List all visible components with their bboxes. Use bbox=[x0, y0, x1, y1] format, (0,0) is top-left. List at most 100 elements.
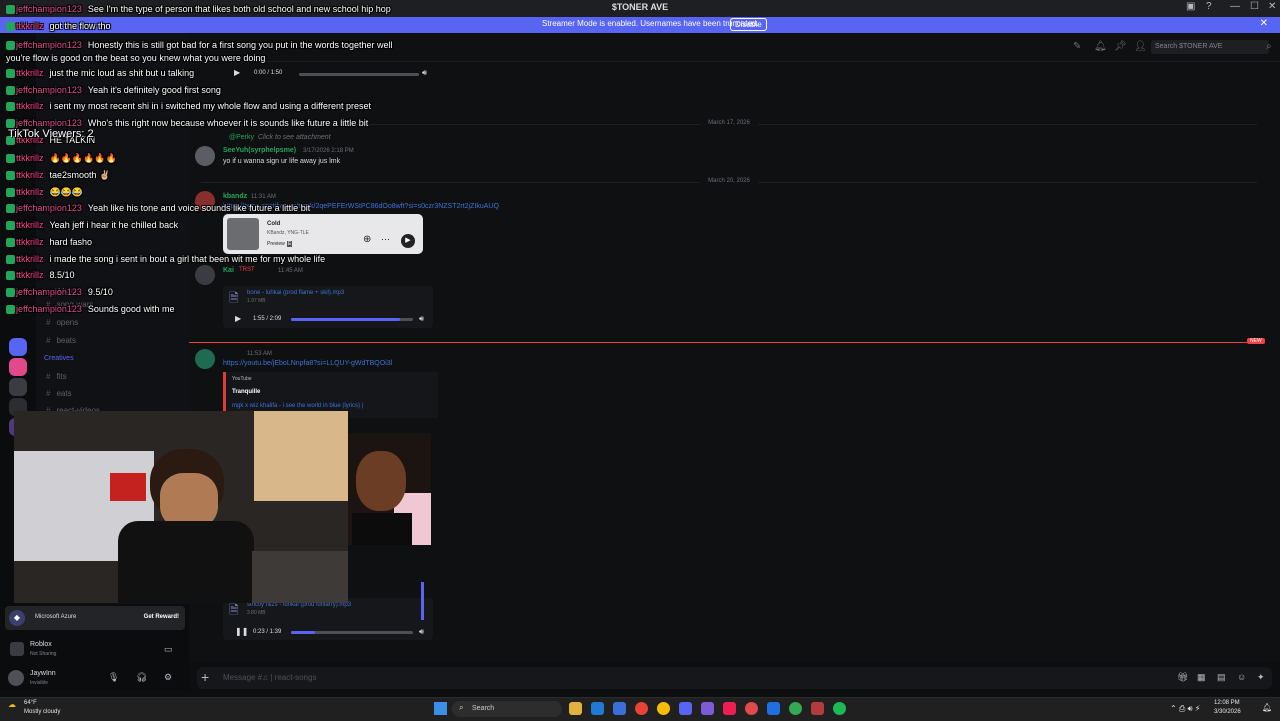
gif-icon[interactable]: ▦ bbox=[1197, 672, 1206, 683]
message-author[interactable]: Kai bbox=[223, 267, 234, 274]
channel-item[interactable]: # eats bbox=[46, 389, 72, 398]
category-creatives[interactable]: Creatives bbox=[44, 355, 74, 362]
folder-icon[interactable] bbox=[569, 702, 582, 715]
notifications-icon[interactable]: 🔔︎ bbox=[1262, 703, 1272, 712]
avatar[interactable] bbox=[8, 670, 24, 686]
message-timestamp: 3/17/2026 2:18 PM bbox=[303, 148, 354, 154]
play-icon[interactable]: ▶ bbox=[235, 314, 241, 323]
gift-icon[interactable]: 🎁︎ bbox=[1177, 672, 1188, 683]
embed-author[interactable]: Tranquille bbox=[232, 389, 260, 395]
settings-gear-icon[interactable]: ⚙ bbox=[164, 672, 172, 683]
activity-status: Not Sharing bbox=[30, 651, 57, 657]
message-text: yo if u wanna sign ur life away jus lmk bbox=[223, 158, 341, 165]
taskbar-search[interactable]: Search bbox=[452, 701, 562, 717]
inbox-icon[interactable]: ▣ bbox=[1186, 1, 1195, 12]
explicit-badge: E bbox=[287, 241, 293, 247]
channel-item[interactable]: # beats bbox=[46, 336, 76, 345]
chat-username: ttkkrillz bbox=[16, 187, 44, 197]
close-window-button[interactable]: ✕ bbox=[1268, 1, 1276, 12]
tiktok-icon[interactable] bbox=[723, 702, 736, 715]
chat-username: ttkkrillz bbox=[16, 21, 44, 31]
discord-icon[interactable] bbox=[679, 702, 692, 715]
chat-message: jeffchampion123 Honestly this is still go… bbox=[6, 39, 416, 65]
chat-text: Who's this right now because whoever it … bbox=[87, 118, 369, 128]
pause-icon[interactable]: ❚❚ bbox=[235, 627, 248, 636]
promo-card[interactable]: ◆ Microsoft Azure Get Reward! bbox=[5, 606, 185, 630]
emoji-icon[interactable]: ☺ bbox=[1237, 672, 1246, 682]
audio-progress[interactable] bbox=[299, 73, 419, 76]
tray-icons[interactable]: ⌃ ⎙ 🔊︎ ⚡︎ bbox=[1170, 704, 1200, 714]
app-icon[interactable] bbox=[745, 702, 758, 715]
member-list-icon[interactable]: 👤︎ bbox=[1134, 41, 1147, 52]
chat-badge-icon bbox=[6, 238, 15, 248]
help-icon[interactable]: ? bbox=[1206, 1, 1212, 12]
server-icon[interactable] bbox=[9, 358, 27, 376]
spotify-embed[interactable]: Cold KBandz, YNG-TLE Preview E ⊕ ⋯ ▶ bbox=[223, 214, 423, 254]
message-author[interactable]: SeeYuh(syrphelpsme) bbox=[223, 147, 296, 154]
chat-text: Yeah jeff i hear it he chilled back bbox=[49, 220, 179, 230]
server-icon[interactable] bbox=[9, 338, 27, 356]
volume-icon[interactable]: 🔊︎ bbox=[419, 314, 424, 324]
weather-temp[interactable]: 64°F bbox=[24, 700, 37, 706]
channel-item[interactable]: # opens bbox=[46, 318, 78, 327]
channel-item[interactable]: # fits bbox=[46, 372, 67, 381]
headphones-icon[interactable]: 🎧︎ bbox=[136, 672, 147, 683]
clock-date[interactable]: 3/30/2026 bbox=[1214, 709, 1241, 715]
notification-bell-icon[interactable]: 🔔︎ bbox=[1094, 41, 1107, 52]
chat-text: Yeah it's definitely good first song bbox=[87, 85, 221, 95]
add-attachment-icon[interactable]: + bbox=[201, 669, 209, 685]
search-input[interactable]: Search $TONER AVE bbox=[1151, 40, 1269, 54]
volume-slider[interactable] bbox=[421, 582, 424, 620]
chat-username: ttkkrillz bbox=[16, 68, 44, 78]
weather-icon[interactable]: ☁ bbox=[8, 700, 16, 709]
app-icon[interactable] bbox=[701, 702, 714, 715]
avatar[interactable] bbox=[195, 146, 215, 166]
volume-icon[interactable]: 🔊︎ bbox=[419, 627, 424, 637]
minimize-button[interactable]: — bbox=[1230, 1, 1240, 12]
embed-title[interactable]: mgk x wiz khalifa - i see the world in b… bbox=[232, 403, 363, 409]
pin-icon[interactable]: 📌︎ bbox=[1114, 41, 1127, 52]
clock-time[interactable]: 12:08 PM bbox=[1214, 700, 1240, 706]
chrome-icon[interactable] bbox=[635, 702, 648, 715]
chat-text: 8.5/10 bbox=[49, 270, 75, 280]
maximize-button[interactable]: ☐ bbox=[1250, 1, 1259, 12]
app-icon[interactable] bbox=[613, 702, 626, 715]
play-icon[interactable]: ▶ bbox=[234, 68, 240, 77]
message-author[interactable]: kbandz bbox=[223, 193, 247, 200]
app-icon[interactable] bbox=[811, 702, 824, 715]
reply-reference[interactable]: @Perky Click to see attachment bbox=[229, 134, 331, 141]
username[interactable]: JaywInn bbox=[30, 670, 56, 677]
volume-icon[interactable]: 🔊︎ bbox=[422, 68, 427, 78]
stream-icon[interactable]: ▭ bbox=[164, 644, 173, 655]
avatar[interactable] bbox=[195, 349, 215, 369]
file-name[interactable]: bone - luhkai (prod flame + skil).mp3 bbox=[247, 290, 344, 296]
sticker-icon[interactable]: ▤ bbox=[1217, 672, 1226, 683]
play-icon[interactable]: ▶ bbox=[401, 234, 415, 248]
microphone-icon[interactable]: 🎙︎ bbox=[108, 672, 119, 683]
chat-badge-icon bbox=[6, 41, 15, 51]
disable-streamer-mode-button[interactable]: Disable bbox=[730, 18, 767, 31]
more-icon[interactable]: ⋯ bbox=[381, 234, 390, 245]
app-icon[interactable] bbox=[767, 702, 780, 715]
start-windows-icon[interactable] bbox=[434, 702, 447, 715]
apps-icon[interactable]: ✦ bbox=[1257, 672, 1265, 683]
chat-badge-icon bbox=[6, 102, 15, 112]
threads-icon[interactable]: ✎ bbox=[1073, 41, 1081, 52]
spotify-icon[interactable] bbox=[833, 702, 846, 715]
file-size: 1.97 MB bbox=[247, 298, 266, 304]
chrome-icon[interactable] bbox=[789, 702, 802, 715]
weather-desc[interactable]: Mostly cloudy bbox=[24, 709, 60, 715]
close-icon[interactable]: ✕ bbox=[1260, 18, 1268, 29]
audio-progress[interactable] bbox=[291, 318, 413, 321]
server-icon[interactable] bbox=[9, 378, 27, 396]
chat-text: 🔥🔥🔥🔥🔥🔥 bbox=[49, 153, 117, 163]
message-input[interactable]: Message #♫ | react-songs bbox=[223, 673, 316, 682]
get-reward-button[interactable]: Get Reward! bbox=[144, 614, 179, 620]
add-icon[interactable]: ⊕ bbox=[363, 234, 371, 245]
avatar[interactable] bbox=[195, 265, 215, 285]
chrome-icon[interactable] bbox=[657, 702, 670, 715]
search-icon[interactable]: ⌕ bbox=[1266, 41, 1272, 52]
message-link[interactable]: https://youtu.be/jEboLNnpfa8?si=LLQUY-gW… bbox=[223, 360, 392, 367]
edge-icon[interactable] bbox=[591, 702, 604, 715]
audio-progress[interactable] bbox=[291, 631, 413, 634]
